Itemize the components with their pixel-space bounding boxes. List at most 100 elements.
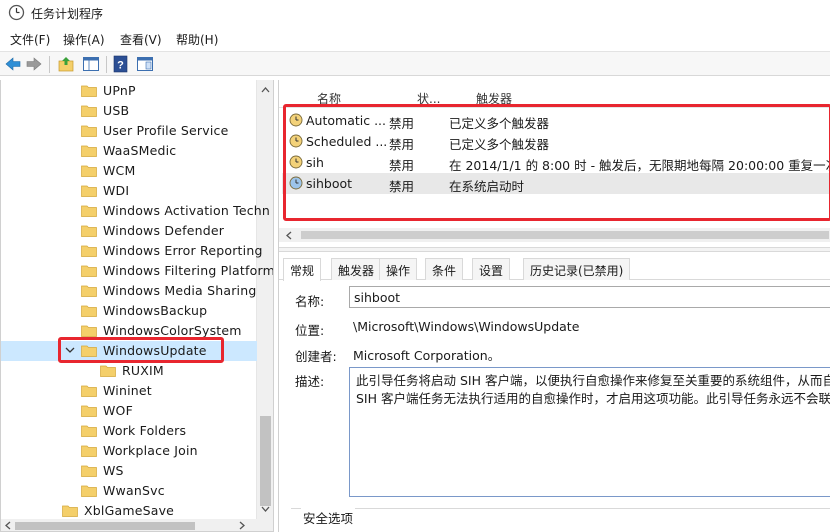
folder-icon — [81, 185, 97, 197]
folder-icon — [81, 165, 97, 177]
tree-item[interactable]: WwanSvc — [1, 481, 257, 501]
tree-item-label: Wininet — [103, 383, 152, 398]
menu-bar: 文件(F) 操作(A) 查看(V) 帮助(H) — [0, 28, 830, 50]
toolbar-separator — [106, 56, 107, 73]
tree-item[interactable]: User Profile Service — [1, 121, 257, 141]
tree-item[interactable]: WDI — [1, 181, 257, 201]
tree-item-label: WindowsColorSystem — [103, 323, 242, 338]
task-list-horizontal-scrollbar[interactable] — [279, 228, 830, 242]
tree-hscroll-thumb[interactable] — [15, 522, 195, 530]
show-hide-action-pane-icon[interactable] — [136, 55, 154, 73]
tree-item[interactable]: WaaSMedic — [1, 141, 257, 161]
folder-icon — [81, 225, 97, 237]
folder-icon — [81, 205, 97, 217]
tree-item-label: WDI — [103, 183, 130, 198]
tree-item-label: Windows Media Sharing — [103, 283, 257, 298]
folder-icon — [81, 465, 97, 477]
tree-item[interactable]: Windows Filtering Platform — [1, 261, 273, 281]
tree-item[interactable]: WS — [1, 461, 257, 481]
tree-item-label: WCM — [103, 163, 136, 178]
pane-splitter[interactable] — [279, 247, 830, 252]
tree-scroll-thumb[interactable] — [260, 416, 271, 506]
tree-item[interactable]: Work Folders — [1, 421, 257, 441]
tree-item-label: RUXIM — [122, 363, 164, 378]
description-line: SIH 客户端任务无法执行适用的自愈操作时，才启用这项功能。此引导任务永远不会联… — [356, 391, 830, 406]
folder-icon — [81, 105, 97, 117]
tree-item-label: WindowsBackup — [103, 303, 208, 318]
tree-item[interactable]: WCM — [1, 161, 257, 181]
folder-icon — [81, 125, 97, 137]
folder-icon — [81, 445, 97, 457]
svg-text:?: ? — [117, 60, 124, 72]
tree-item[interactable]: Windows Activation Techn — [1, 201, 270, 221]
task-scheduler-clock-icon — [8, 4, 25, 21]
task-list-highlight-box — [283, 104, 830, 221]
folder-icon — [81, 305, 97, 317]
task-list-scroll-thumb[interactable] — [301, 231, 829, 239]
show-hide-tree-icon[interactable] — [82, 55, 100, 73]
tree-item-label: Windows Defender — [103, 223, 225, 238]
location-value: \Microsoft\Windows\WindowsUpdate — [353, 319, 580, 334]
tree-item-label: Windows Filtering Platform — [103, 263, 274, 278]
up-folder-icon[interactable] — [57, 55, 75, 73]
tree-item-label: Windows Activation Techn — [103, 203, 271, 218]
folder-icon — [81, 385, 97, 397]
folder-icon — [62, 505, 78, 517]
tab-conditions[interactable]: 条件 — [425, 258, 464, 280]
description-line: 此引导任务将启动 SIH 客户端，以便执行自愈操作来修复至关重要的系统组件，从而… — [356, 373, 830, 388]
forward-icon[interactable] — [25, 55, 43, 73]
tree-item[interactable]: Windows Media Sharing — [1, 281, 257, 301]
menu-file[interactable]: 文件(F) — [10, 31, 50, 48]
description-field[interactable]: 此引导任务将启动 SIH 客户端，以便执行自愈操作来修复至关重要的系统组件，从而… — [349, 367, 830, 497]
help-icon[interactable]: ? — [112, 55, 130, 73]
back-icon[interactable] — [4, 55, 22, 73]
scroll-left-arrow-icon[interactable] — [4, 521, 13, 530]
tab-history[interactable]: 历史记录(已禁用) — [523, 258, 631, 280]
tree-item[interactable]: RUXIM — [1, 361, 257, 381]
folder-icon — [81, 325, 97, 337]
scroll-right-arrow-icon[interactable] — [237, 521, 246, 530]
scroll-up-arrow-icon[interactable] — [261, 86, 270, 95]
toolbar-separator — [49, 56, 50, 73]
window-title: 任务计划程序 — [31, 7, 104, 21]
tree-item-label: Windows Error Reporting — [103, 243, 263, 258]
tree-item[interactable]: USB — [1, 101, 257, 121]
name-label: 名称: — [295, 294, 325, 309]
menu-action[interactable]: 操作(A) — [63, 31, 105, 48]
tree-item-label: XblGameSave — [84, 503, 175, 518]
tab-triggers[interactable]: 触发器 — [331, 258, 382, 280]
description-label: 描述: — [295, 374, 325, 389]
tree-item-label: WwanSvc — [103, 483, 165, 498]
tree-item[interactable]: UPnP — [1, 81, 257, 101]
tree-item-label: Work Folders — [103, 423, 187, 438]
location-label: 位置: — [295, 323, 325, 338]
tree-item[interactable]: WindowsBackup — [1, 301, 257, 321]
tree-item[interactable]: XblGameSave — [1, 501, 257, 521]
toolbar: ? — [0, 51, 830, 76]
tree-item[interactable]: WOF — [1, 401, 257, 421]
tree-item-label: USB — [103, 103, 130, 118]
detail-tabs: 常规 触发器 操作 条件 设置 历史记录(已禁用) — [279, 258, 830, 281]
tree-item[interactable]: Windows Defender — [1, 221, 257, 241]
folder-icon — [81, 285, 97, 297]
tree-item-label: WaaSMedic — [103, 143, 177, 158]
tab-settings[interactable]: 设置 — [472, 258, 511, 280]
tree-vertical-scrollbar[interactable] — [256, 80, 273, 531]
menu-help[interactable]: 帮助(H) — [176, 31, 218, 48]
name-field[interactable]: sihboot — [349, 286, 830, 308]
tree-item[interactable]: Wininet — [1, 381, 257, 401]
tab-general[interactable]: 常规 — [283, 258, 322, 281]
tab-actions[interactable]: 操作 — [379, 258, 418, 280]
title-bar: 任务计划程序 — [0, 0, 830, 26]
folder-icon — [81, 85, 97, 97]
menu-view[interactable]: 查看(V) — [120, 31, 162, 48]
folder-icon — [81, 485, 97, 497]
scroll-left-arrow-icon[interactable] — [285, 231, 294, 240]
folder-tree: UPnP USB User Profile Service WaaSMedic WCM W… — [0, 80, 274, 532]
tree-item[interactable]: Workplace Join — [1, 441, 257, 461]
tree-item-label: UPnP — [103, 83, 136, 98]
tree-item[interactable]: Windows Error Reporting — [1, 241, 262, 261]
scroll-down-arrow-icon[interactable] — [261, 504, 270, 513]
tree-item-label: Workplace Join — [103, 443, 198, 458]
folder-icon — [81, 145, 97, 157]
